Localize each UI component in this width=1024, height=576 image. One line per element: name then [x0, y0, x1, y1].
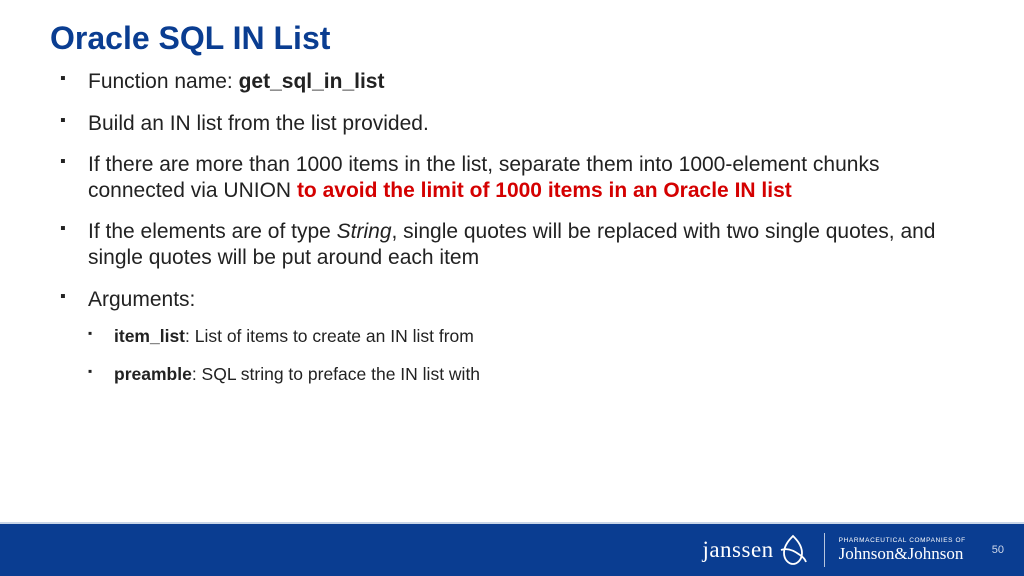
bullet-item: Build an IN list from the list provided. [60, 111, 964, 137]
text-bold: item_list [114, 326, 185, 346]
bullet-item: Function name: get_sql_in_list [60, 69, 964, 95]
text: Arguments: [88, 288, 195, 311]
text: If the elements are of type [88, 220, 337, 243]
brand-divider [824, 533, 825, 567]
bullet-item: If there are more than 1000 items in the… [60, 152, 964, 203]
sub-bullet-item: preamble: SQL string to preface the IN l… [88, 364, 964, 386]
jnj-script: Johnson&Johnson [839, 545, 966, 562]
text: Build an IN list from the list provided. [88, 112, 429, 135]
sub-bullet-list: item_list: List of items to create an IN… [88, 326, 964, 386]
slide-content: Function name: get_sql_in_list Build an … [0, 67, 1024, 386]
text-red-bold: to avoid the limit of 1000 items in an O… [297, 179, 792, 202]
sub-bullet-item: item_list: List of items to create an IN… [88, 326, 964, 348]
text: : List of items to create an IN list fro… [185, 326, 474, 346]
text-bold: get_sql_in_list [239, 70, 385, 93]
bullet-item: Arguments: item_list: List of items to c… [60, 287, 964, 386]
janssen-wordmark: janssen [702, 537, 773, 563]
janssen-icon [778, 533, 808, 567]
slide-title: Oracle SQL IN List [0, 0, 1024, 67]
bullet-list: Function name: get_sql_in_list Build an … [60, 69, 964, 386]
janssen-logo: janssen [702, 533, 807, 567]
text-bold: preamble [114, 364, 192, 384]
text: Function name: [88, 70, 239, 93]
slide-footer: janssen PHARMACEUTICAL COMPANIES OF John… [0, 524, 1024, 576]
bullet-item: If the elements are of type String, sing… [60, 219, 964, 270]
page-number: 50 [992, 544, 1004, 556]
slide: Oracle SQL IN List Function name: get_sq… [0, 0, 1024, 576]
text-italic: String [337, 220, 392, 243]
text: : SQL string to preface the IN list with [192, 364, 480, 384]
jnj-logo: PHARMACEUTICAL COMPANIES OF Johnson&John… [839, 538, 966, 563]
